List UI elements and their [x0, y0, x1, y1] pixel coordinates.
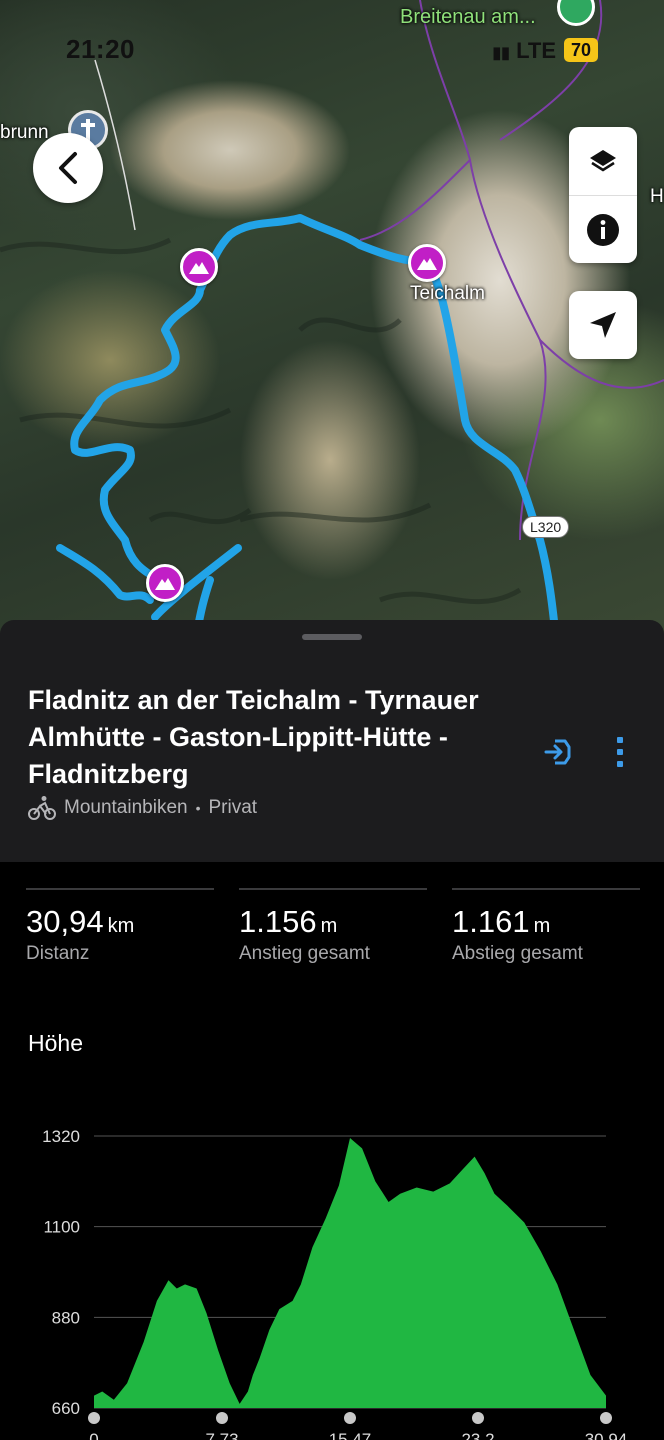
x-tick-label: 15,47 — [329, 1430, 372, 1440]
stat-unit: km — [107, 915, 135, 937]
summit-poi-icon[interactable] — [146, 564, 184, 602]
info-button[interactable] — [569, 195, 637, 263]
y-tick-label: 1100 — [43, 1218, 80, 1237]
y-tick-label: 1320 — [42, 1127, 80, 1146]
status-time: 21:20 — [66, 34, 135, 64]
map-overlay — [0, 0, 664, 640]
route-details-sheet: Fladnitz an der Teichalm - Tyrnauer Almh… — [0, 620, 664, 862]
x-tick-marker — [600, 1412, 612, 1424]
layers-button[interactable] — [569, 127, 637, 195]
map-label-brunn: brunn — [0, 122, 49, 143]
road-label-l320: L320 — [522, 516, 570, 538]
route-map[interactable]: 21:20 ▮▮ LTE 70 Breitenau am... brunn Te… — [0, 0, 664, 640]
stat-value: 1.161 — [452, 904, 530, 939]
activity-type: Mountainbiken — [64, 797, 188, 818]
summit-poi-icon[interactable] — [408, 244, 446, 282]
stat-unit: m — [320, 915, 338, 937]
y-tick-label: 660 — [52, 1399, 80, 1418]
x-tick-label: 30,94 — [585, 1430, 628, 1440]
elevation-area — [94, 1138, 606, 1408]
x-tick-marker — [216, 1412, 228, 1424]
visibility-label: Privat — [208, 797, 258, 818]
x-tick-label: 7,73 — [205, 1430, 238, 1440]
send-to-device-button[interactable] — [540, 732, 580, 772]
back-button[interactable] — [33, 133, 103, 203]
x-tick-marker — [472, 1412, 484, 1424]
sheet-drag-handle[interactable] — [302, 634, 362, 640]
route-line — [56, 214, 560, 640]
y-tick-label: 880 — [52, 1308, 80, 1327]
route-title: Fladnitz an der Teichalm - Tyrnauer Almh… — [28, 685, 479, 789]
summit-poi-icon[interactable] — [180, 248, 218, 286]
route-meta: Mountainbiken • Privat — [28, 795, 257, 821]
navigation-arrow-icon — [590, 312, 616, 338]
map-label-edge: H — [650, 186, 664, 207]
stat-unit: m — [533, 915, 551, 937]
battery-indicator: 70 — [564, 38, 598, 62]
chevron-left-icon — [59, 152, 77, 184]
x-tick-label: 23,2 — [461, 1430, 494, 1440]
network-indicator: ▮▮ LTE — [492, 38, 556, 64]
locate-me-button[interactable] — [569, 291, 637, 359]
map-controls — [569, 127, 637, 263]
stat-value: 1.156 — [239, 904, 317, 939]
network-type: LTE — [516, 38, 556, 63]
layers-icon — [590, 150, 616, 172]
elevation-title: Höhe — [28, 1030, 83, 1056]
route-stats: 30,94 km Distanz 1.156 m Anstieg gesamt 1.… — [0, 888, 664, 978]
stat-ascent: 1.156 m Anstieg gesamt — [239, 888, 427, 965]
mountain-bike-icon — [28, 796, 56, 820]
x-tick-label: 0 — [89, 1430, 98, 1440]
stat-label: Abstieg gesamt — [452, 943, 583, 964]
more-options-button[interactable] — [606, 732, 634, 772]
x-tick-marker — [344, 1412, 356, 1424]
stat-label: Distanz — [26, 943, 90, 964]
map-label-breitenau: Breitenau am... — [400, 6, 536, 28]
stat-value: 30,94 — [26, 904, 104, 939]
send-to-device-icon — [544, 739, 571, 765]
x-tick-marker — [88, 1412, 100, 1424]
elevation-chart[interactable]: 660 880 1100 1320 0 7,73 15,47 23,2 30,94 — [0, 1100, 664, 1440]
more-vertical-icon — [617, 737, 623, 767]
meta-separator: • — [195, 800, 201, 816]
stat-distance: 30,94 km Distanz — [26, 888, 214, 965]
stat-descent: 1.161 m Abstieg gesamt — [452, 888, 640, 965]
info-icon — [587, 213, 619, 246]
signal-icon: ▮▮ — [492, 45, 510, 62]
stat-label: Anstieg gesamt — [239, 943, 370, 964]
map-label-teichalm: Teichalm — [410, 283, 485, 304]
